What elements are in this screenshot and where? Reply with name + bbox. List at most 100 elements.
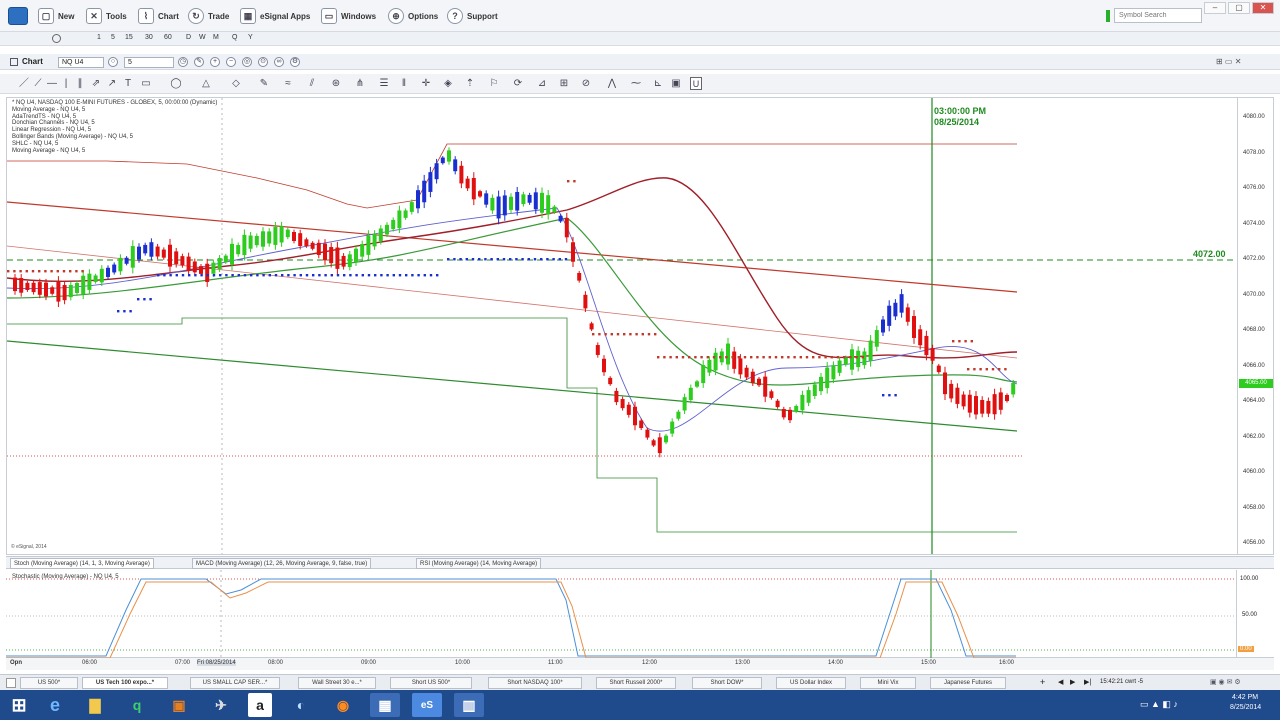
link-icon[interactable]: ∞ bbox=[274, 57, 284, 67]
interval-60[interactable]: 60 bbox=[164, 34, 172, 41]
wave-tool-icon[interactable]: ⁓ bbox=[630, 77, 642, 90]
clock-time[interactable]: 4:42 PM bbox=[1232, 694, 1258, 701]
note-tool-icon[interactable]: ⊘ bbox=[580, 77, 592, 90]
maximize-button[interactable]: ▢ bbox=[1228, 2, 1250, 14]
tabs-scroll-icon[interactable] bbox=[6, 678, 16, 688]
interval-q[interactable]: Q bbox=[232, 34, 237, 41]
undo-tool-icon[interactable]: U bbox=[690, 77, 702, 90]
ie-icon[interactable]: e bbox=[40, 693, 70, 717]
grid-tool-icon[interactable]: ☰ bbox=[378, 77, 390, 90]
clock-icon[interactable] bbox=[52, 34, 61, 43]
interval-y[interactable]: Y bbox=[248, 34, 253, 41]
menu-options[interactable]: ⊕ Options bbox=[388, 7, 438, 25]
draw-tool-icon[interactable]: ✎ bbox=[194, 57, 204, 67]
study-legend-item[interactable]: * NQ U4, NASDAQ 100 E-MINI FUTURES - GLO… bbox=[12, 100, 217, 107]
pencil-tool-icon[interactable]: ✎ bbox=[258, 77, 270, 90]
zigzag-tool-icon[interactable]: ⋀ bbox=[606, 77, 618, 90]
app-icon[interactable]: ▦ bbox=[370, 693, 400, 717]
tab-next-icon[interactable]: ▶ bbox=[1070, 678, 1075, 686]
explorer-icon[interactable]: ▇ bbox=[80, 693, 110, 717]
esignal-icon[interactable]: eS bbox=[412, 693, 442, 717]
page-tab[interactable]: Short DOW* bbox=[692, 677, 762, 689]
study-legend-item[interactable]: Bollinger Bands (Moving Average) - NQ U4… bbox=[12, 134, 217, 141]
pitchfork-tool-icon[interactable]: ⋔ bbox=[354, 77, 366, 90]
tab-prev-icon[interactable]: ◀ bbox=[1058, 678, 1063, 686]
up-arrow-tool-icon[interactable]: ⇡ bbox=[464, 77, 476, 90]
cycle-tool-icon[interactable]: ≈ bbox=[282, 77, 294, 90]
measure-tool-icon[interactable]: ⊿ bbox=[536, 77, 548, 90]
study-legend-item[interactable]: Donchian Channels - NQ U4, 5 bbox=[12, 120, 217, 127]
app-icon[interactable]: ▣ bbox=[164, 693, 194, 717]
minimize-button[interactable]: – bbox=[1204, 2, 1226, 14]
study-legend-item[interactable]: AdaTrendTS - NQ U4, 5 bbox=[12, 114, 217, 121]
interval-d[interactable]: D bbox=[186, 34, 191, 41]
settings-icon[interactable]: ⚙ bbox=[290, 57, 300, 67]
interval-input[interactable]: 5 bbox=[124, 57, 174, 68]
line-tool-icon[interactable]: ／ bbox=[18, 77, 30, 90]
marker-tool-icon[interactable]: ◈ bbox=[442, 77, 454, 90]
study-legend-item[interactable]: Moving Average - NQ U4, 5 bbox=[12, 107, 217, 114]
window-controls[interactable]: ⊞ ▭ ✕ bbox=[1216, 57, 1241, 66]
study-legend-item[interactable]: SHLC - NQ U4, 5 bbox=[12, 141, 217, 148]
page-tab-active[interactable]: US Tech 100 expo...* bbox=[82, 677, 168, 689]
clock-icon[interactable]: ◷ bbox=[178, 57, 188, 67]
menu-trade[interactable]: ↻ Trade bbox=[188, 7, 229, 25]
page-tab[interactable]: US Dollar Index bbox=[776, 677, 846, 689]
interval-w[interactable]: W bbox=[199, 34, 206, 41]
app-logo-icon[interactable] bbox=[8, 7, 28, 25]
menu-support[interactable]: ? Support bbox=[447, 7, 498, 25]
page-tab[interactable]: Short Russell 2000* bbox=[596, 677, 676, 689]
target-icon[interactable]: ◎ bbox=[242, 57, 252, 67]
menu-chart[interactable]: ⌇ Chart bbox=[138, 7, 179, 25]
flag-tool-icon[interactable]: ⚐ bbox=[488, 77, 500, 90]
menu-new[interactable]: ▢ New bbox=[38, 7, 74, 25]
page-tab[interactable]: Wall Street 30 e...* bbox=[298, 677, 376, 689]
price-chart[interactable]: 4080.00 4078.00 4076.00 4074.00 4072.00 4070.… bbox=[6, 97, 1274, 555]
rect-tool-icon[interactable]: ▭ bbox=[140, 77, 152, 90]
study-legend-item[interactable]: Moving Average - NQ U4, 5 bbox=[12, 148, 217, 155]
app-icon[interactable]: ▥ bbox=[454, 693, 484, 717]
page-tab[interactable]: US SMALL CAP SER...* bbox=[190, 677, 280, 689]
study-legend-item[interactable]: Linear Regression - NQ U4, 5 bbox=[12, 127, 217, 134]
start-button[interactable]: ⊞ bbox=[4, 693, 34, 717]
app-icon[interactable]: q bbox=[122, 693, 152, 717]
tab-macd[interactable]: MACD (Moving Average) (12, 26, Moving Av… bbox=[192, 558, 372, 569]
zoom-out-icon[interactable]: − bbox=[226, 57, 236, 67]
page-tab[interactable]: Mini Vix bbox=[860, 677, 916, 689]
text-tool-icon[interactable]: T bbox=[122, 77, 134, 90]
tab-last-icon[interactable]: ▶| bbox=[1084, 678, 1091, 686]
fib-tool-icon[interactable]: ⫽ bbox=[306, 77, 318, 90]
close-button[interactable]: ✕ bbox=[1252, 2, 1274, 14]
price-axis[interactable] bbox=[1237, 98, 1273, 554]
app-icon[interactable]: ✈ bbox=[206, 693, 236, 717]
interval-15[interactable]: 15 bbox=[125, 34, 133, 41]
trend-tool-icon[interactable]: ⇗ bbox=[90, 77, 102, 90]
diamond-tool-icon[interactable]: ◇ bbox=[230, 77, 242, 90]
hline-tool-icon[interactable]: — bbox=[46, 77, 58, 90]
zoom-in-icon[interactable]: + bbox=[210, 57, 220, 67]
interval-m[interactable]: M bbox=[213, 34, 219, 41]
page-tab[interactable]: Japanese Futures bbox=[930, 677, 1006, 689]
tray-icons[interactable]: ▭ ▲ ◧ ♪ bbox=[1140, 699, 1178, 710]
tab-add-icon[interactable]: + bbox=[1040, 677, 1045, 687]
menu-esignal-apps[interactable]: ▦ eSignal Apps bbox=[240, 7, 310, 25]
stochastic-pane[interactable]: Stochastic (Moving Average) - NQ U4, 5 1… bbox=[6, 570, 1274, 658]
gann-tool-icon[interactable]: ⊛ bbox=[330, 77, 342, 90]
symbol-input[interactable]: NQ U4 bbox=[58, 57, 104, 68]
bars-tool-icon[interactable]: ‖ bbox=[398, 77, 410, 90]
tab-rsi[interactable]: RSI (Moving Average) (14, Moving Average… bbox=[416, 558, 542, 569]
arrow-tool-icon[interactable]: ↗ bbox=[106, 77, 118, 90]
app-icon[interactable]: ◐ bbox=[286, 693, 316, 717]
range-tool-icon[interactable]: ⊞ bbox=[558, 77, 570, 90]
ellipse-tool-icon[interactable]: ◯ bbox=[170, 77, 182, 90]
angle-tool-icon[interactable]: ⊾ bbox=[652, 77, 664, 90]
interval-5[interactable]: 5 bbox=[111, 34, 115, 41]
image-tool-icon[interactable]: ▣ bbox=[670, 77, 682, 90]
triangle-tool-icon[interactable]: △ bbox=[200, 77, 212, 90]
signal-tool-icon[interactable]: ⟳ bbox=[512, 77, 524, 90]
amazon-icon[interactable]: a bbox=[248, 693, 272, 717]
firefox-icon[interactable]: ◉ bbox=[328, 693, 358, 717]
ray-tool-icon[interactable]: ⟋ bbox=[32, 77, 44, 90]
page-tab[interactable]: Short NASDAQ 100* bbox=[488, 677, 582, 689]
cross-tool-icon[interactable]: ✛ bbox=[420, 77, 432, 90]
